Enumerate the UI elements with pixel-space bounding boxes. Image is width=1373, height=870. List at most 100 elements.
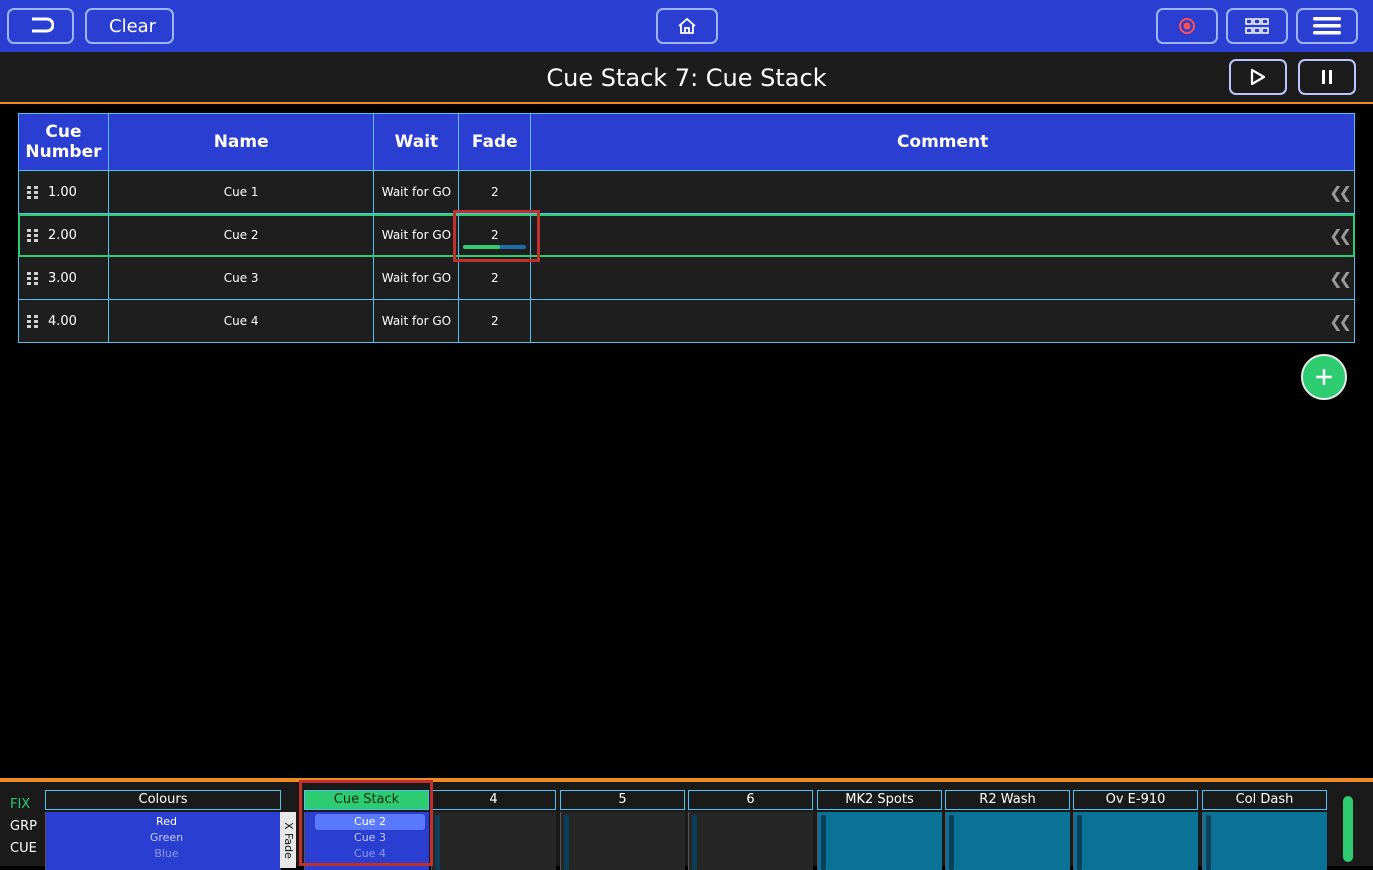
playback-item[interactable]: Green <box>56 830 277 846</box>
playback-title[interactable]: R2 Wash <box>945 790 1070 810</box>
pause-button[interactable] <box>1298 59 1356 95</box>
expand-chevron-icon[interactable]: ❮❮ <box>1329 269 1352 288</box>
drag-handle-icon[interactable] <box>27 314 38 328</box>
header-cue-number[interactable]: Cue Number <box>19 114 109 170</box>
cue-comment-cell[interactable]: ❮❮ <box>531 171 1354 213</box>
cue-name-cell[interactable]: Cue 1 <box>109 171 375 213</box>
drag-handle-icon[interactable] <box>27 185 38 199</box>
playback-fader-area[interactable] <box>560 812 685 870</box>
fader-track[interactable] <box>1077 815 1082 870</box>
cue-fade-value: 2 <box>490 185 499 199</box>
cue-wait-cell[interactable]: Wait for GO <box>374 257 460 299</box>
playback-item[interactable]: Red <box>56 814 277 830</box>
playback-item[interactable]: Blue <box>56 846 277 862</box>
drag-handle-icon[interactable] <box>27 271 38 285</box>
playback-fader-area[interactable] <box>688 812 813 870</box>
play-icon <box>1250 68 1266 86</box>
cue-number-cell[interactable]: 3.00 <box>19 257 109 299</box>
header-wait[interactable]: Wait <box>374 114 460 170</box>
home-button[interactable] <box>656 8 718 44</box>
table-row[interactable]: 3.00 Cue 3 Wait for GO 2 ❮❮ <box>18 257 1355 300</box>
playback-bar: FIX GRP CUE Colours Red Green Blue Cue Stack Cu… <box>0 778 1373 870</box>
playback-fader-area[interactable] <box>817 812 942 870</box>
table-row[interactable]: 4.00 Cue 4 Wait for GO 2 ❮❮ <box>18 300 1355 343</box>
cue-comment-cell[interactable]: ❮❮ <box>531 300 1354 342</box>
cue-wait-cell[interactable]: Wait for GO <box>374 171 460 213</box>
expand-chevron-icon[interactable]: ❮❮ <box>1329 312 1352 331</box>
cue-fade-cell[interactable]: 2 <box>459 257 532 299</box>
playback-title[interactable]: Colours <box>45 790 281 810</box>
fader-track[interactable] <box>1206 815 1211 870</box>
header-fade[interactable]: Fade <box>459 114 532 170</box>
mode-label-grp[interactable]: GRP <box>0 816 40 838</box>
playback-6[interactable]: MK2 Spots <box>817 790 942 870</box>
playback-4[interactable]: 5 <box>560 790 685 870</box>
playback-7[interactable]: R2 Wash <box>945 790 1070 870</box>
drag-handle-icon[interactable] <box>27 228 38 242</box>
fader-track[interactable] <box>435 815 440 870</box>
clear-label: Clear <box>109 15 157 37</box>
mode-label-fix[interactable]: FIX <box>0 794 40 816</box>
cue-number-cell[interactable]: 2.00 <box>19 214 109 256</box>
menu-button[interactable] <box>1296 8 1358 44</box>
cue-name-cell[interactable]: Cue 3 <box>109 257 375 299</box>
cue-name-cell[interactable]: Cue 2 <box>109 214 375 256</box>
playback-1[interactable]: Colours Red Green Blue <box>45 790 281 870</box>
fader-track[interactable] <box>949 815 954 870</box>
expand-chevron-icon[interactable]: ❮❮ <box>1329 226 1352 245</box>
header-name[interactable]: Name <box>109 114 375 170</box>
fader-track[interactable] <box>692 815 697 870</box>
cue-fade-cell[interactable]: 2 <box>459 171 532 213</box>
cue-comment-cell[interactable]: ❮❮ <box>531 257 1354 299</box>
playback-item[interactable]: Cue 3 <box>315 830 425 846</box>
grid-view-button[interactable] <box>1226 8 1288 44</box>
playback-item[interactable]: Cue 2 <box>315 814 425 830</box>
playback-3[interactable]: 4 <box>431 790 556 870</box>
cue-name-cell[interactable]: Cue 4 <box>109 300 375 342</box>
playback-title[interactable]: Ov E-910 <box>1073 790 1198 810</box>
cue-fade-value: 2 <box>490 271 499 285</box>
playback-item[interactable]: Cue 4 <box>315 846 425 862</box>
playback-2[interactable]: Cue Stack Cue 2 Cue 3 Cue 4 <box>304 790 429 870</box>
cue-number: 4.00 <box>48 313 77 329</box>
playback-fader-area[interactable] <box>431 812 556 870</box>
cue-fade-cell[interactable]: 2 <box>459 300 532 342</box>
playback-8[interactable]: Ov E-910 <box>1073 790 1198 870</box>
playback-title[interactable]: 6 <box>688 790 813 810</box>
fader-track[interactable] <box>821 815 826 870</box>
cue-fade-cell[interactable]: 2 <box>459 214 532 256</box>
playback-fader-area[interactable] <box>1202 812 1327 870</box>
playback-title[interactable]: Col Dash <box>1202 790 1327 810</box>
back-arrow-icon <box>31 17 54 33</box>
add-cue-button[interactable] <box>1301 354 1347 400</box>
back-button[interactable] <box>7 8 74 44</box>
table-row[interactable]: 1.00 Cue 1 Wait for GO 2 ❮❮ <box>18 171 1355 214</box>
playback-fader-area[interactable]: Red Green Blue <box>45 812 281 870</box>
mode-label-cue[interactable]: CUE <box>0 838 40 860</box>
playback-title[interactable]: 5 <box>560 790 685 810</box>
cue-wait-cell[interactable]: Wait for GO <box>374 214 460 256</box>
playback-9[interactable]: Col Dash <box>1202 790 1327 870</box>
xfade-label[interactable]: X Fade <box>280 812 296 868</box>
playback-fader-area[interactable]: Cue 2 Cue 3 Cue 4 <box>304 812 429 870</box>
playback-title[interactable]: MK2 Spots <box>817 790 942 810</box>
page-title: Cue Stack 7: Cue Stack <box>546 64 827 92</box>
playback-5[interactable]: 6 <box>688 790 813 870</box>
cue-number-cell[interactable]: 1.00 <box>19 171 109 213</box>
playback-fader-area[interactable] <box>945 812 1070 870</box>
cue-number-cell[interactable]: 4.00 <box>19 300 109 342</box>
fader-track[interactable] <box>564 815 569 870</box>
playback-title[interactable]: Cue Stack <box>304 790 429 810</box>
play-button[interactable] <box>1229 59 1287 95</box>
level-meter[interactable] <box>1343 796 1353 862</box>
table-row[interactable]: 2.00 Cue 2 Wait for GO 2 ❮❮ <box>18 214 1355 257</box>
record-button[interactable] <box>1156 8 1218 44</box>
cue-wait-cell[interactable]: Wait for GO <box>374 300 460 342</box>
header-comment[interactable]: Comment <box>531 114 1354 170</box>
cue-comment-cell[interactable]: ❮❮ <box>531 214 1354 256</box>
grid-view-icon <box>1245 18 1269 34</box>
expand-chevron-icon[interactable]: ❮❮ <box>1329 183 1352 202</box>
playback-fader-area[interactable] <box>1073 812 1198 870</box>
clear-button[interactable]: Clear <box>85 8 174 44</box>
playback-title[interactable]: 4 <box>431 790 556 810</box>
